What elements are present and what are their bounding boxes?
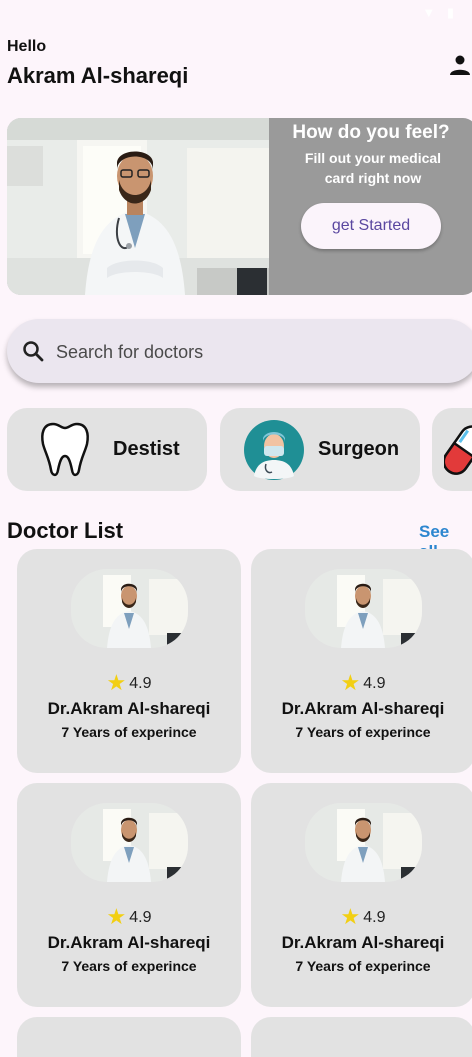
doctor-experience: 7 Years of experince <box>295 958 431 974</box>
category-label: Destist <box>113 438 180 460</box>
doctor-name: Dr.Akram Al-shareqi <box>281 933 445 952</box>
banner-title: How do you feel? <box>292 122 450 143</box>
status-icons: ▼ ▮ <box>422 5 458 20</box>
star-icon: ★ <box>340 670 361 695</box>
category-surgeon[interactable]: Surgeon <box>220 408 420 491</box>
category-label: Surgeon <box>318 438 400 460</box>
doctor-experience: 7 Years of experince <box>61 958 197 974</box>
doctor-card-partial[interactable] <box>17 1017 241 1057</box>
doctor-list-title: Doctor List <box>7 518 124 543</box>
rating-value: 4.9 <box>129 909 152 926</box>
category-pharmacy[interactable] <box>432 408 472 491</box>
star-icon: ★ <box>106 670 127 695</box>
user-name: Akram Al-shareqi <box>7 63 189 88</box>
banner-subtitle-line1: Fill out your medical <box>304 150 442 166</box>
doctor-name: Dr.Akram Al-shareqi <box>281 699 445 718</box>
doctor-card[interactable]: ★ 4.9 Dr.Akram Al-shareqi 7 Years of expe… <box>251 549 472 773</box>
doctor-photo <box>71 803 188 882</box>
doctor-banner-image <box>7 118 269 295</box>
pill-icon <box>444 425 472 475</box>
promo-banner: How do you feel? Fill out your medical c… <box>7 118 472 295</box>
banner-subtitle: Fill out your medical card right now <box>283 148 463 188</box>
rating: ★ 4.9 <box>17 904 241 930</box>
rating: ★ 4.9 <box>17 670 241 696</box>
surgeon-icon <box>244 420 304 480</box>
doctor-photo <box>71 569 188 648</box>
rating-value: 4.9 <box>363 675 386 692</box>
status-bar: ▼ ▮ <box>0 0 472 28</box>
doctor-card[interactable]: ★ 4.9 Dr.Akram Al-shareqi 7 Years of expe… <box>251 783 472 1007</box>
doctor-card[interactable]: ★ 4.9 Dr.Akram Al-shareqi 7 Years of expe… <box>17 549 241 773</box>
doctor-photo <box>305 803 422 882</box>
search-icon <box>23 341 44 362</box>
doctor-experience: 7 Years of experince <box>295 724 431 740</box>
rating: ★ 4.9 <box>251 670 472 696</box>
profile-icon[interactable] <box>448 53 472 77</box>
get-started-button[interactable]: get Started <box>301 203 441 249</box>
doctor-experience: 7 Years of experince <box>61 724 197 740</box>
star-icon: ★ <box>106 904 127 929</box>
tooth-icon <box>41 422 89 477</box>
doctor-photo <box>305 569 422 648</box>
greeting-text: Hello <box>7 38 47 55</box>
rating: ★ 4.9 <box>251 904 472 930</box>
rating-value: 4.9 <box>129 675 152 692</box>
banner-subtitle-line2: card right now <box>324 170 422 186</box>
doctor-card-partial[interactable] <box>251 1017 472 1057</box>
doctor-name: Dr.Akram Al-shareqi <box>47 933 211 952</box>
search-input[interactable] <box>54 337 418 367</box>
doctor-name: Dr.Akram Al-shareqi <box>47 699 211 718</box>
star-icon: ★ <box>340 904 361 929</box>
rating-value: 4.9 <box>363 909 386 926</box>
search-bar[interactable] <box>7 319 472 383</box>
category-dentist[interactable]: Destist <box>7 408 207 491</box>
doctor-card[interactable]: ★ 4.9 Dr.Akram Al-shareqi 7 Years of expe… <box>17 783 241 1007</box>
